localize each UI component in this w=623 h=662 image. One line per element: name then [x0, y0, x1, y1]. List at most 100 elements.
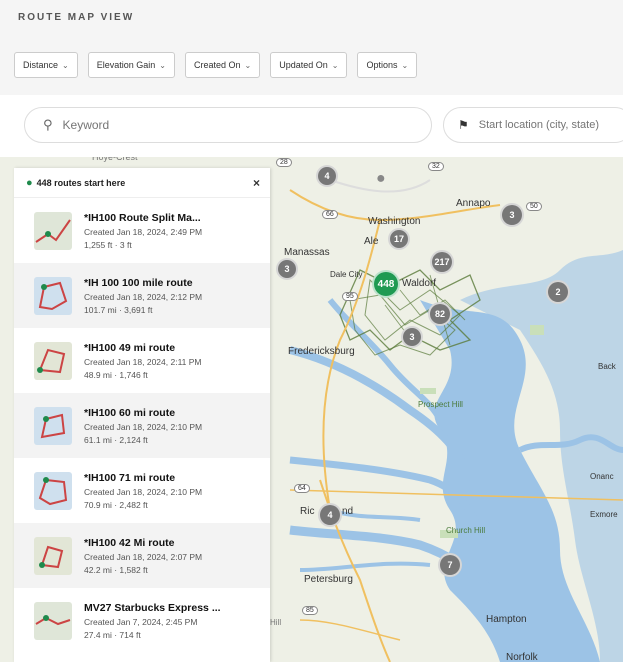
- map-label-manassas: Manassas: [284, 247, 330, 258]
- highway-shield-64: 64: [294, 484, 310, 493]
- route-cluster[interactable]: 17: [388, 228, 410, 250]
- route-thumbnail: [34, 406, 72, 445]
- route-item[interactable]: MV27 Starbucks Express ... Created Jan 7,…: [14, 588, 270, 653]
- map-label-annapolis: Annapo: [456, 198, 491, 209]
- search-bar: ⚲ ⚑: [0, 95, 623, 157]
- route-title: *IH100 49 mi route: [84, 341, 176, 354]
- highway-shield-32: 32: [428, 162, 444, 171]
- highway-shield-28: 28: [276, 158, 292, 167]
- route-stats: 42.2 mi · 1,582 ft: [84, 564, 148, 575]
- route-stats: 27.4 mi · 714 ft: [84, 629, 141, 640]
- filter-label: Options: [366, 60, 398, 70]
- highway-shield-85: 85: [302, 606, 318, 615]
- map-label-dale-city: Dale City: [330, 270, 363, 279]
- location-search[interactable]: ⚑: [443, 107, 623, 143]
- map-pin-icon[interactable]: ●: [376, 170, 386, 188]
- map-label-church-hill: Church Hill: [446, 526, 486, 535]
- route-title: *IH100 42 Mi route: [84, 536, 175, 549]
- chevron-down-icon: ⌄: [401, 60, 409, 70]
- route-thumbnail: [34, 276, 72, 315]
- route-map-page: ROUTE MAP VIEW Distance ⌄ Elevation Gain ⌄…: [0, 0, 623, 662]
- chevron-down-icon: ⌄: [159, 60, 166, 70]
- route-stats: 48.9 mi · 1,746 ft: [84, 369, 148, 380]
- keyword-input[interactable]: [62, 118, 263, 132]
- route-title: *IH100 Route Split Ma...: [84, 211, 201, 224]
- route-list-header: ● 448 routes start here ×: [14, 168, 270, 198]
- filter-updated-on[interactable]: Updated On ⌄: [270, 52, 348, 78]
- route-title: *IH100 60 mi route: [84, 406, 176, 419]
- route-thumbnail: [34, 211, 72, 250]
- map-label-richmond-end: nd: [342, 506, 354, 517]
- map-label-richmond: Ric: [300, 506, 315, 517]
- filter-label: Updated On: [279, 60, 328, 70]
- filter-options[interactable]: Options ⌄: [357, 52, 418, 78]
- map-label-alexandria: Ale: [364, 236, 379, 247]
- route-count: 448 routes start here: [36, 177, 126, 188]
- chevron-down-icon: ⌄: [244, 60, 252, 70]
- route-item[interactable]: *IH100 Route Split Ma... Created Jan 18, …: [14, 198, 270, 263]
- route-created: Created Jan 18, 2024, 2:12 PM: [84, 291, 203, 302]
- map-label-back: Back: [598, 362, 616, 371]
- route-thumbnail: [34, 471, 72, 510]
- filter-bar: Distance ⌄ Elevation Gain ⌄ Created On ⌄ Up…: [14, 52, 418, 78]
- route-created: Created Jan 18, 2024, 2:10 PM: [84, 421, 203, 432]
- route-title: *IH100 71 mi route: [84, 471, 176, 484]
- route-cluster[interactable]: 3: [276, 258, 298, 280]
- route-cluster[interactable]: 4: [316, 165, 338, 187]
- route-created: Created Jan 7, 2024, 2:45 PM: [84, 616, 198, 627]
- route-cluster[interactable]: 4: [318, 503, 342, 527]
- route-created: Created Jan 18, 2024, 2:10 PM: [84, 486, 203, 497]
- map-label-hampton: Hampton: [486, 614, 527, 625]
- route-item[interactable]: *IH 100 100 mile route Created Jan 18, 20…: [14, 263, 270, 328]
- location-pin-icon: ⚑: [458, 118, 469, 132]
- route-title: MV27 Starbucks Express ...: [84, 601, 221, 614]
- route-cluster[interactable]: 7: [438, 553, 462, 577]
- route-thumbnail: [34, 341, 72, 380]
- filter-label: Distance: [23, 60, 59, 70]
- route-stats: 70.9 mi · 2,482 ft: [84, 499, 148, 510]
- route-cluster-selected[interactable]: 448: [372, 270, 400, 298]
- close-icon[interactable]: ×: [253, 176, 260, 190]
- route-created: Created Jan 18, 2024, 2:07 PM: [84, 551, 203, 562]
- filter-distance[interactable]: Distance ⌄: [14, 52, 78, 78]
- keyword-search[interactable]: ⚲: [24, 107, 432, 143]
- highway-shield-50: 50: [526, 202, 542, 211]
- route-cluster[interactable]: 82: [428, 302, 452, 326]
- route-item[interactable]: *IH100 60 mi route Created Jan 18, 2024, …: [14, 393, 270, 458]
- map-label-waldorf: Waldorf: [402, 278, 437, 289]
- route-thumbnail: [34, 601, 72, 640]
- search-icon: ⚲: [43, 117, 53, 132]
- route-cluster[interactable]: 3: [401, 326, 423, 348]
- route-item[interactable]: *IH100 71 mi route Created Jan 18, 2024, …: [14, 458, 270, 523]
- map-label-hill: Hill: [270, 618, 282, 627]
- route-item[interactable]: *IH100 49 mi route Created Jan 18, 2024, …: [14, 328, 270, 393]
- map-label-petersburg: Petersburg: [304, 574, 353, 585]
- highway-shield-95: 95: [342, 292, 358, 301]
- route-stats: 1,255 ft · 3 ft: [84, 239, 132, 250]
- route-cluster[interactable]: 3: [500, 203, 524, 227]
- page-title: ROUTE MAP VIEW: [18, 12, 135, 23]
- route-stats: 61.1 mi · 2,124 ft: [84, 434, 148, 445]
- filter-elevation-gain[interactable]: Elevation Gain ⌄: [87, 52, 175, 78]
- route-title: *IH 100 100 mile route: [84, 276, 193, 289]
- map-label-fredericksburg: Fredericksburg: [288, 346, 355, 357]
- route-created: Created Jan 18, 2024, 2:49 PM: [84, 226, 203, 237]
- map-label-norfolk: Norfolk: [506, 652, 538, 662]
- route-cluster[interactable]: 217: [430, 250, 454, 274]
- filter-label: Elevation Gain: [96, 60, 156, 70]
- chevron-down-icon: ⌄: [331, 60, 339, 70]
- map-label-washington: Washington: [368, 216, 421, 227]
- route-cluster[interactable]: 2: [546, 280, 570, 304]
- route-list-panel: ● 448 routes start here × *IH100 Route S…: [14, 168, 270, 662]
- map-label-prospect-hill: Prospect Hill: [418, 400, 463, 409]
- map-label-exmore: Exmore: [590, 510, 618, 519]
- route-stats: 101.7 mi · 3,691 ft: [84, 304, 153, 315]
- route-created: Created Jan 18, 2024, 2:11 PM: [84, 356, 202, 367]
- filter-created-on[interactable]: Created On ⌄: [184, 52, 261, 78]
- route-thumbnail: [34, 536, 72, 575]
- filter-label: Created On: [193, 60, 241, 70]
- route-item[interactable]: *IH100 42 Mi route Created Jan 18, 2024, …: [14, 523, 270, 588]
- map-label-onanc: Onanc: [590, 472, 614, 481]
- chevron-down-icon: ⌄: [62, 60, 69, 70]
- location-input[interactable]: [478, 119, 623, 131]
